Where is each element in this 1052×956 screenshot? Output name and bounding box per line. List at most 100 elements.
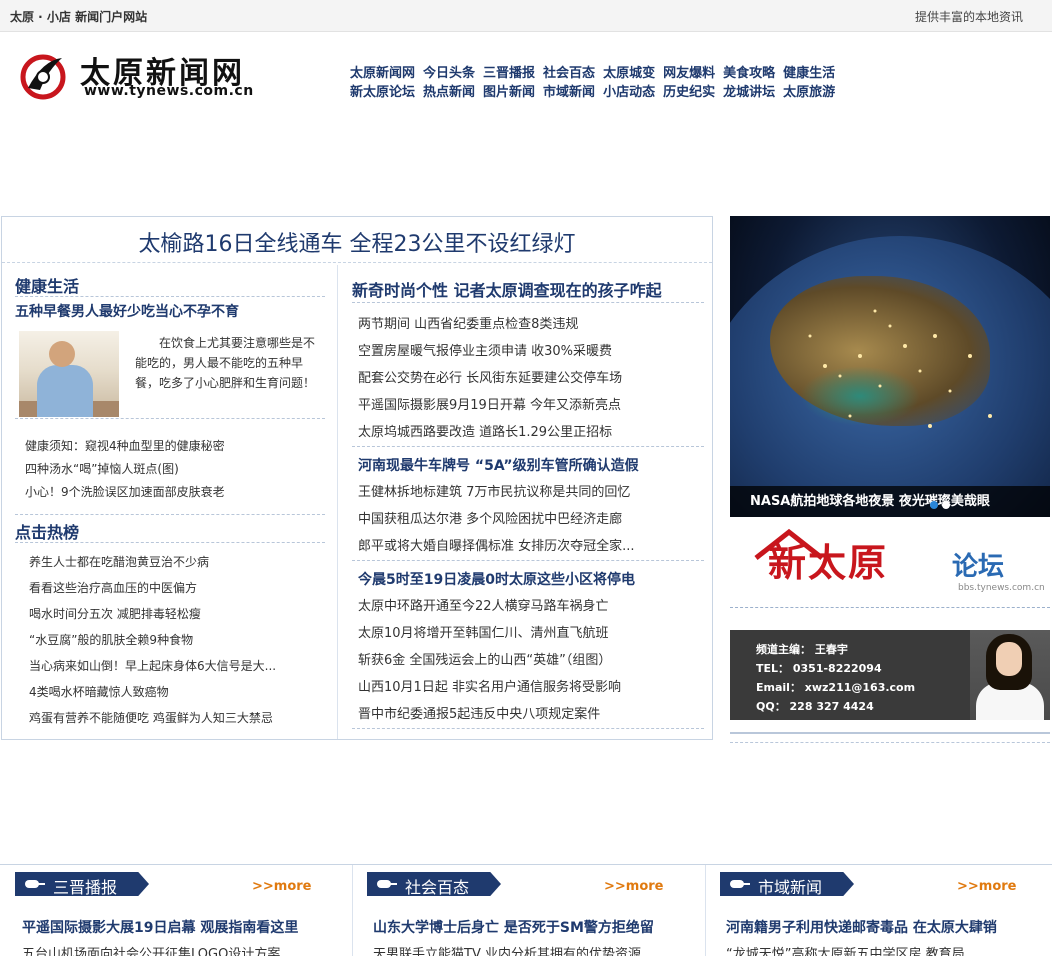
top-bar: 太原 · 小店 新闻门户网站 提供丰富的本地资讯 — [0, 0, 1052, 32]
health-feature-desc: 在饮食上尤其要注意哪些是不能吃的，男人最不能吃的五种早餐，吃多了小心肥胖和生育问… — [135, 336, 316, 390]
section-subline[interactable]: 五台山机场面向社会公开征集LOGO设计方案 — [22, 943, 280, 956]
section-subline[interactable]: 天男联手立能猫TV 业内分析其拥有的优势资源 — [373, 943, 641, 956]
column-divider — [337, 265, 338, 739]
main-panel: 太榆路16日全线通车 全程23公里不设红绿灯 健康生活 五种早餐男人最好少吃当心… — [1, 216, 713, 740]
nav-link[interactable]: 市域新闻 — [543, 81, 595, 100]
slideshow-dots — [930, 498, 954, 513]
list-item[interactable]: 郎平或将大婚自曝择偶标准 女排历次夺冠全家... — [358, 533, 704, 560]
list-item[interactable]: 两节期间 山西省纪委重点检查8类违规 — [358, 311, 704, 338]
slideshow-caption[interactable]: NASA航拍地球各地夜景 夜光璀璨美哉眼 — [730, 486, 1050, 517]
nav-link[interactable]: 今日头条 — [423, 62, 475, 81]
editor-photo — [970, 630, 1050, 720]
hot-list: 养生人士都在吃醋泡黄豆治不少病 看看这些治疗高血压的中医偏方 喝水时间分五次 减… — [15, 549, 325, 731]
editor-line: TEL： 0351-8222094 — [756, 662, 882, 675]
health-feature-title[interactable]: 五种早餐男人最好少吃当心不孕不育 — [15, 301, 325, 321]
section-sanjin: 三晋播报 >>more 平遥国际摄影大展19日启幕 观展指南看这里 五台山机场面… — [0, 865, 346, 956]
nav-link[interactable]: 三晋播报 — [483, 62, 535, 81]
list-item[interactable]: 鸡蛋有营养不能随便吃 鸡蛋鲜为人知三大禁忌 — [29, 705, 325, 731]
nav-link[interactable]: 龙城讲坛 — [723, 81, 775, 100]
list-item[interactable]: “水豆腐”般的肌肤全赖9种食物 — [29, 627, 325, 653]
news-group-1: 两节期间 山西省纪委重点检查8类违规 空置房屋暖气报停业主须申请 收30%采暖费… — [352, 303, 704, 447]
site-logo[interactable]: 太原新闻网 www.tynews.com.cn — [18, 48, 278, 100]
section-headline[interactable]: 山东大学博士后身亡 是否死于SM警方拒绝留 — [373, 917, 654, 937]
list-item[interactable]: 太原中环路开通至今22人横穿马路车祸身亡 — [358, 593, 704, 620]
nav-row-2: 新太原论坛 热点新闻 图片新闻 市域新闻 小店动态 历史纪实 龙城讲坛 太原旅游 — [350, 81, 890, 100]
list-item[interactable]: 平遥国际摄影展9月19日开幕 今年又添新亮点 — [358, 392, 704, 419]
list-item[interactable]: 晋中市纪委通报5起违反中央八项规定案件 — [358, 701, 704, 728]
side-divider — [730, 732, 1050, 734]
nav-link[interactable]: 健康生活 — [783, 62, 835, 81]
editor-line: 频道主编： 王春宇 — [756, 643, 848, 656]
list-item[interactable]: 喝水时间分五次 减肥排毒轻松瘦 — [29, 601, 325, 627]
right-column: 新奇时尚个性 记者太原调查现在的孩子咋起 两节期间 山西省纪委重点检查8类违规 … — [352, 275, 704, 729]
list-item[interactable]: 配套公交势在必行 长风街东延要建公交停车场 — [358, 365, 704, 392]
list-item[interactable]: 王健林拆地标建筑 7万市民抗议称是共同的回忆 — [358, 479, 704, 506]
tagline: 提供丰富的本地资讯 — [915, 10, 1024, 24]
news-group-title[interactable]: 今晨5时至19日凌晨0时太原这些小区将停电 — [352, 565, 704, 593]
nav-link[interactable]: 小店动态 — [603, 81, 655, 100]
logo-mark-icon — [20, 54, 66, 100]
list-item[interactable]: 太原10月将增开至韩国仁川、清州直飞航班 — [358, 620, 704, 647]
section-tab[interactable]: 社会百态 — [367, 872, 501, 896]
news-group-title[interactable]: 河南现最牛车牌号 “5A”级别车管所确认造假 — [352, 451, 704, 479]
list-item[interactable]: 养生人士都在吃醋泡黄豆治不少病 — [29, 549, 325, 575]
headline[interactable]: 太榆路16日全线通车 全程23公里不设红绿灯 — [2, 217, 712, 263]
editor-contact-card: 频道主编： 王春宇 TEL： 0351-8222094 Email： xwz21… — [730, 630, 1050, 720]
section-tab-label: 三晋播报 — [53, 878, 118, 897]
list-item[interactable]: 看看这些治疗高血压的中医偏方 — [29, 575, 325, 601]
list-item[interactable]: 太原坞城西路要改造 道路长1.29公里正招标 — [358, 419, 704, 446]
nav-link[interactable]: 太原新闻网 — [350, 62, 415, 81]
list-item[interactable]: 4类喝水杯暗藏惊人致癌物 — [29, 679, 325, 705]
health-section-title[interactable]: 健康生活 — [15, 273, 325, 297]
site-label: 太原 · 小店 新闻门户网站 — [10, 10, 148, 24]
left-column: 健康生活 五种早餐男人最好少吃当心不孕不育 在饮食上尤其要注意哪些是不能吃的，男… — [15, 273, 325, 731]
slide-dot[interactable] — [930, 501, 938, 509]
nav-link[interactable]: 太原城变 — [603, 62, 655, 81]
more-link[interactable]: >>more — [957, 879, 1017, 894]
list-item[interactable]: 山西10月1日起 非实名用户通信服务将受影响 — [358, 674, 704, 701]
list-item[interactable]: 四种汤水“喝”掉恼人斑点(图) — [25, 458, 325, 481]
nav-row-1: 太原新闻网 今日头条 三晋播报 社会百态 太原城变 网友爆料 美食攻略 健康生活 — [350, 62, 890, 81]
nav-link[interactable]: 社会百态 — [543, 62, 595, 81]
photo-slideshow[interactable]: NASA航拍地球各地夜景 夜光璀璨美哉眼 — [730, 216, 1050, 517]
main-nav: 太原新闻网 今日头条 三晋播报 社会百态 太原城变 网友爆料 美食攻略 健康生活 新太原论坛热… — [350, 62, 890, 100]
forum-banner[interactable]: 新太原 论坛 bbs.tynews.com.cn — [730, 520, 1050, 608]
section-tab[interactable]: 三晋播报 — [15, 872, 149, 896]
nav-link[interactable]: 热点新闻 — [423, 81, 475, 100]
list-item[interactable]: 斩获6金 全国残运会上的山西“英雄”（组图） — [358, 647, 704, 674]
section-headline[interactable]: 河南籍男子利用快递邮寄毒品 在太原大肆销 — [726, 917, 997, 937]
section-subline[interactable]: “龙城天悦”高称太原新五中学区房 教育局 — [726, 943, 965, 956]
list-item[interactable]: 空置房屋暖气报停业主须申请 收30%采暖费 — [358, 338, 704, 365]
list-item[interactable]: 健康须知：窥视4种血型里的健康秘密 — [25, 435, 325, 458]
editor-line: QQ： 228 327 4424 — [756, 700, 874, 713]
logo-url: www.tynews.com.cn — [84, 83, 254, 99]
list-item[interactable]: 当心病来如山倒！早上起床身体6大信号是大... — [29, 653, 325, 679]
slide-dot-active[interactable] — [942, 501, 950, 509]
list-item[interactable]: 中国获租瓜达尔港 多个风险困扰中巴经济走廊 — [358, 506, 704, 533]
news-group-2: 河南现最牛车牌号 “5A”级别车管所确认造假 王健林拆地标建筑 7万市民抗议称是… — [352, 447, 704, 561]
nav-link[interactable]: 太原旅游 — [783, 81, 835, 100]
health-list: 健康须知：窥视4种血型里的健康秘密 四种汤水“喝”掉恼人斑点(图) 小心！9个洗… — [15, 435, 325, 515]
news-top-title[interactable]: 新奇时尚个性 记者太原调查现在的孩子咋起 — [352, 275, 704, 303]
nav-link[interactable]: 历史纪实 — [663, 81, 715, 100]
more-link[interactable]: >>more — [252, 879, 312, 894]
forum-name: 新太原 — [768, 540, 889, 585]
forum-domain: bbs.tynews.com.cn — [958, 583, 1045, 593]
forum-suffix: 论坛 — [952, 552, 1005, 582]
side-divider-dashed — [730, 742, 1050, 743]
hot-section-title[interactable]: 点击热榜 — [15, 519, 325, 543]
more-link[interactable]: >>more — [604, 879, 664, 894]
section-headline[interactable]: 平遥国际摄影大展19日启幕 观展指南看这里 — [22, 917, 298, 937]
list-item[interactable]: 小心！9个洗脸误区加速面部皮肤衰老 — [25, 481, 325, 504]
news-group-3: 今晨5时至19日凌晨0时太原这些小区将停电 太原中环路开通至今22人横穿马路车祸… — [352, 561, 704, 729]
nav-link[interactable]: 网友爆料 — [663, 62, 715, 81]
editor-line[interactable]: Email： xwz211@163.com — [756, 678, 915, 697]
section-tab-label: 社会百态 — [405, 878, 470, 897]
bottom-sections: 三晋播报 >>more 平遥国际摄影大展19日启幕 观展指南看这里 五台山机场面… — [0, 864, 1052, 956]
city-lights-decoration — [808, 309, 992, 428]
nav-link[interactable]: 美食攻略 — [723, 62, 775, 81]
nav-link[interactable]: 图片新闻 — [483, 81, 535, 100]
section-tab[interactable]: 市域新闻 — [720, 872, 854, 896]
nav-link[interactable]: 新太原论坛 — [350, 81, 415, 100]
health-feature-thumbnail[interactable] — [19, 331, 119, 417]
